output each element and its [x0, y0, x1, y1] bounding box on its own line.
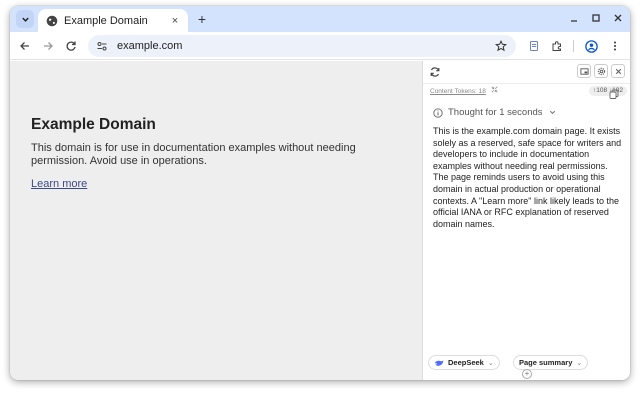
puzzle-icon[interactable] [550, 39, 564, 53]
globe-icon [46, 15, 58, 27]
collapse-arrows-icon[interactable] [491, 86, 498, 95]
new-tab-button[interactable]: + [194, 11, 210, 27]
page-title: Example Domain [31, 116, 156, 133]
profile-icon[interactable] [584, 39, 598, 53]
web-page: Example Domain This domain is for use in… [10, 61, 422, 380]
more-menu-icon[interactable] [608, 39, 622, 53]
minimize-icon[interactable] [568, 11, 580, 25]
chevron-down-icon: ⌄ [576, 359, 583, 367]
page-description: This domain is for use in documentation … [31, 142, 356, 167]
panel-window-controls [577, 64, 625, 78]
browser-window: Example Domain × + example.com Example D… [10, 6, 630, 380]
toolbar: example.com [10, 32, 630, 60]
thought-label: Thought for 1 seconds [448, 107, 543, 118]
token-io-badge: ↑108 ↓102 [589, 86, 627, 96]
add-prompt-icon[interactable]: + [522, 369, 532, 379]
ai-side-panel: Content Tokens: 18 ↑108 ↓102 Thought for… [422, 61, 630, 380]
refresh-icon[interactable] [428, 65, 442, 79]
bookmark-star-icon[interactable] [494, 39, 508, 53]
address-bar[interactable]: example.com [88, 35, 516, 57]
panel-close-icon[interactable] [611, 64, 625, 78]
content-tokens-label[interactable]: Content Tokens: 18 [430, 88, 486, 95]
thought-info-icon [433, 107, 443, 118]
site-info-icon[interactable] [94, 38, 110, 54]
panel-popout-icon[interactable] [577, 64, 591, 78]
toolbar-divider [573, 40, 574, 52]
forward-arrow-icon[interactable] [41, 39, 55, 53]
tab-strip: Example Domain × + [10, 6, 630, 32]
tab-close-icon[interactable]: × [168, 14, 182, 28]
model-selector-chip[interactable]: DeepSeek ⌄ [428, 355, 500, 370]
tab-search-button[interactable] [16, 10, 34, 28]
learn-more-link[interactable]: Learn more [31, 178, 87, 190]
tab-title: Example Domain [64, 14, 148, 27]
copy-icon[interactable] [609, 86, 619, 99]
reload-icon[interactable] [64, 39, 78, 53]
back-arrow-icon[interactable] [18, 39, 32, 53]
prompt-selector-chip[interactable]: Page summary ⌄ [513, 355, 589, 370]
chevron-down-icon [21, 17, 29, 22]
deepseek-whale-icon [434, 359, 444, 366]
panel-divider [423, 83, 630, 84]
url-text[interactable]: example.com [117, 40, 494, 52]
settings-gear-icon[interactable] [594, 64, 608, 78]
close-window-icon[interactable] [612, 11, 624, 25]
chevron-down-icon: ⌄ [487, 359, 494, 367]
ai-response-text: This is the example.com domain page. It … [433, 126, 622, 229]
tab-example-domain[interactable]: Example Domain × [38, 9, 188, 32]
extension-page-icon[interactable] [527, 39, 541, 53]
thought-toggle[interactable]: Thought for 1 seconds [433, 107, 557, 118]
window-controls [568, 11, 624, 25]
maximize-icon[interactable] [590, 11, 602, 25]
prompt-name: Page summary [519, 358, 573, 367]
model-name: DeepSeek [448, 358, 484, 367]
chevron-down-icon [549, 110, 555, 115]
